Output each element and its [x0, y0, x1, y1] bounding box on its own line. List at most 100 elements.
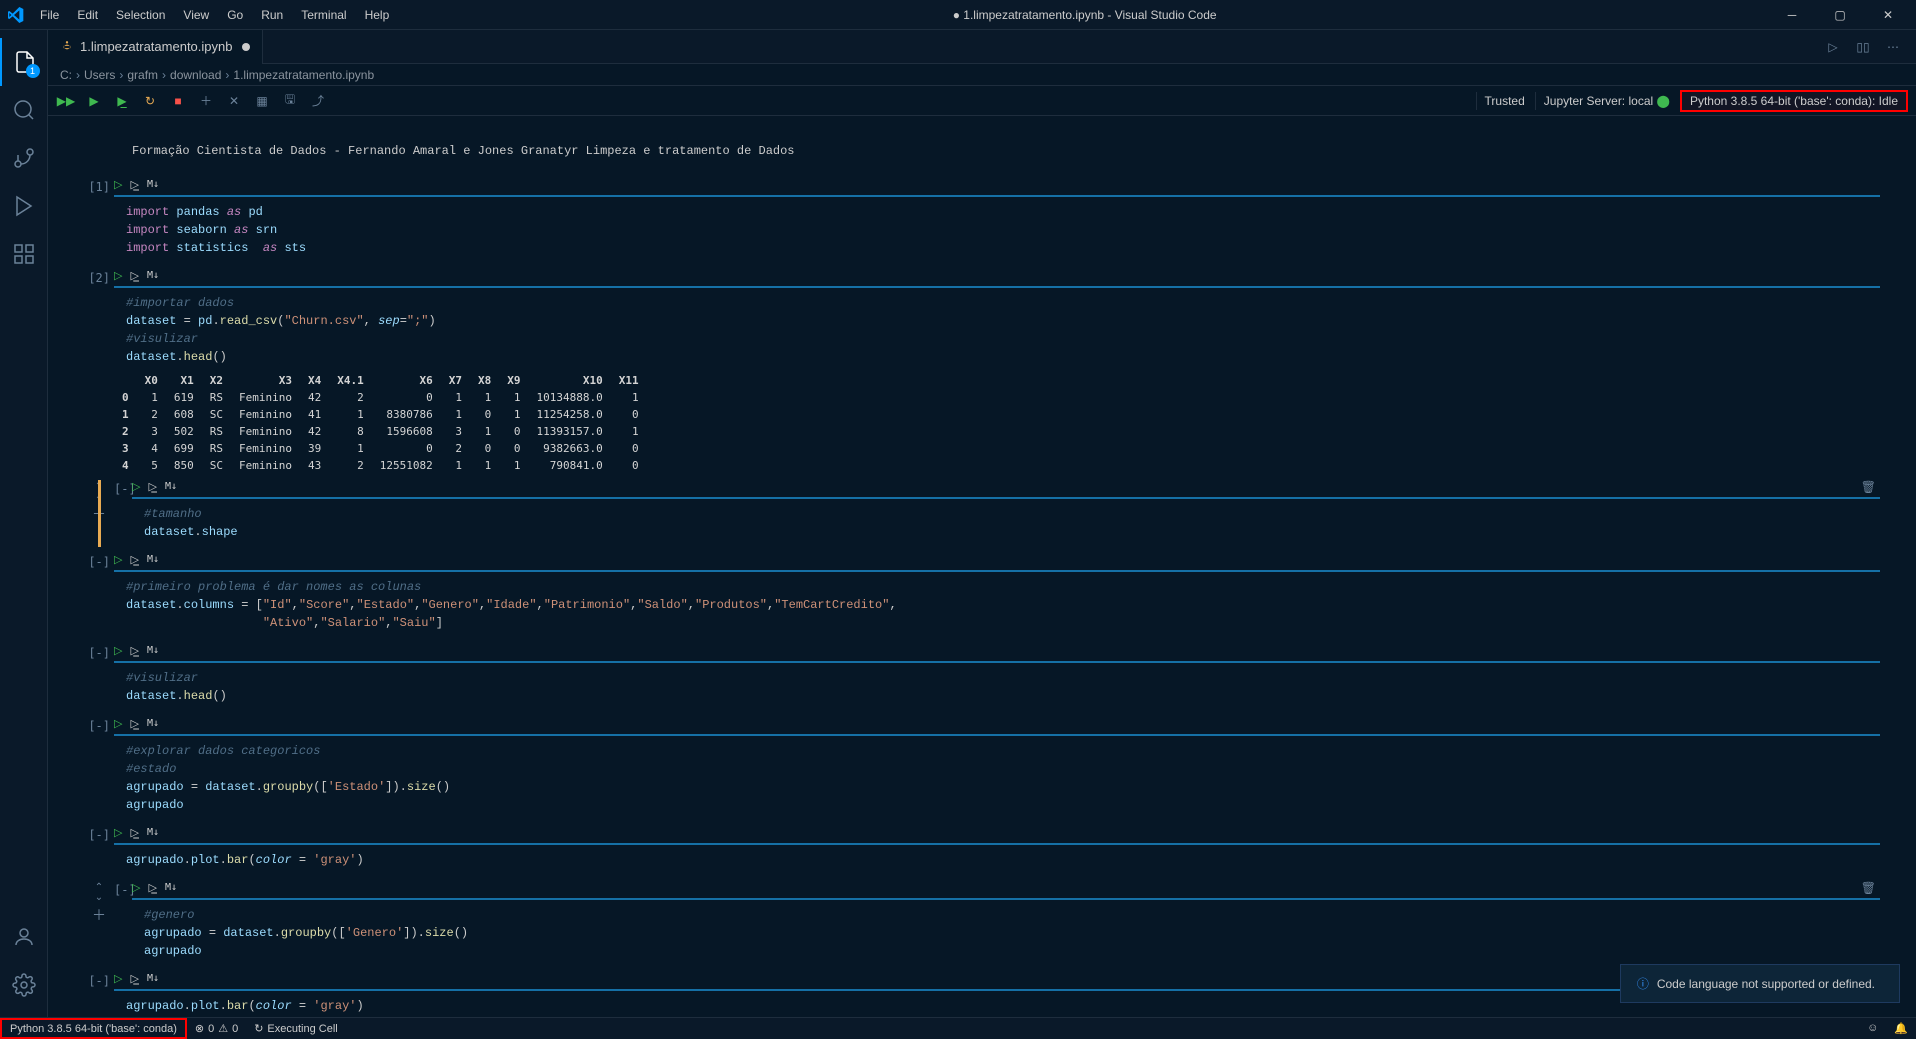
interrupt-kernel-icon[interactable]: ■ [168, 91, 188, 111]
menu-file[interactable]: File [32, 4, 67, 26]
code-cell[interactable]: [-] ▷ ▷̲ M↓ #visulizar dataset.head() [84, 644, 1880, 711]
notebook-body[interactable]: Formação Cientista de Dados - Fernando A… [48, 116, 1916, 1017]
run-debug-icon[interactable] [0, 182, 48, 230]
cell-lang-label[interactable]: M↓ [147, 973, 159, 984]
info-icon: ⓘ [1637, 975, 1649, 992]
cell-code[interactable]: agrupado.plot.bar(color = 'gray') [114, 991, 1880, 1017]
run-cell-button-icon[interactable]: ▷ [132, 480, 140, 493]
split-editor-icon[interactable]: ▯▯ [1852, 36, 1874, 58]
run-cell-button-icon[interactable]: ▷ [114, 717, 122, 730]
run-by-line-button-icon[interactable]: ▷̲ [148, 881, 156, 894]
cell-code[interactable]: #primeiro problema é dar nomes as coluna… [114, 572, 1880, 638]
run-by-line-button-icon[interactable]: ▷̲ [130, 972, 138, 985]
cell-lang-label[interactable]: M↓ [147, 270, 159, 281]
run-by-line-button-icon[interactable]: ▷̲ [148, 480, 156, 493]
chevron-down-icon[interactable]: ⌄ [95, 893, 103, 903]
cell-lang-label[interactable]: M↓ [147, 554, 159, 565]
minimize-button[interactable]: ─ [1772, 1, 1812, 29]
cell-code[interactable]: #visulizar dataset.head() [114, 663, 1880, 711]
cell-code[interactable]: import pandas as pd import seaborn as sr… [114, 197, 1880, 263]
run-by-line-button-icon[interactable]: ▷̲ [130, 553, 138, 566]
delete-cell-icon[interactable]: 🗑 [1861, 881, 1876, 895]
more-actions-icon[interactable]: ⋯ [1882, 36, 1904, 58]
search-icon[interactable] [0, 86, 48, 134]
cell-code[interactable]: #tamanho dataset.shape [132, 499, 1880, 547]
run-cell-button-icon[interactable]: ▷ [132, 881, 140, 894]
maximize-button[interactable]: ▢ [1820, 1, 1860, 29]
source-control-icon[interactable] [0, 134, 48, 182]
notification-toast[interactable]: ⓘ Code language not supported or defined… [1620, 964, 1900, 1003]
tab-notebook[interactable]: 1.limpezatratamento.ipynb [48, 30, 263, 64]
run-cell-button-icon[interactable]: ▷ [114, 269, 122, 282]
run-cell-icon[interactable]: ▶ [84, 91, 104, 111]
status-executing[interactable]: ↻ Executing Cell [246, 1018, 346, 1039]
save-icon[interactable]: 🖫 [280, 91, 300, 111]
menu-selection[interactable]: Selection [108, 4, 173, 26]
code-cell[interactable]: [-] ▷ ▷̲ M↓ #explorar dados categoricos … [84, 717, 1880, 820]
cell-lang-label[interactable]: M↓ [165, 481, 177, 492]
status-notifications-icon[interactable]: 🔔 [1886, 1022, 1916, 1035]
cell-lang-label[interactable]: M↓ [147, 827, 159, 838]
extensions-icon[interactable] [0, 230, 48, 278]
run-cell-button-icon[interactable]: ▷ [114, 644, 122, 657]
run-cell-button-icon[interactable]: ▷ [114, 178, 122, 191]
code-cell[interactable]: ⌃ ⌄ ＋ [-] ▷ ▷̲ M↓ 🗑 #genero agrupado = d… [84, 881, 1880, 966]
run-all-tab-icon[interactable]: ▷ [1822, 36, 1844, 58]
run-by-line-button-icon[interactable]: ▷̲ [130, 717, 138, 730]
cell-code[interactable]: #importar dados dataset = pd.read_csv("C… [114, 288, 1880, 372]
menu-edit[interactable]: Edit [69, 4, 106, 26]
cell-code[interactable]: #genero agrupado = dataset.groupby(['Gen… [132, 900, 1880, 966]
code-cell[interactable]: [2] ▷ ▷̲ M↓ #importar dados dataset = pd… [84, 269, 1880, 474]
accounts-icon[interactable] [0, 913, 48, 961]
delete-cell-icon[interactable]: 🗑 [1861, 480, 1876, 494]
cell-code[interactable]: #explorar dados categoricos #estado agru… [114, 736, 1880, 820]
code-cell[interactable]: [-] ▷ ▷̲ M↓ agrupado.plot.bar(color = 'g… [84, 972, 1880, 1017]
code-cell-focused[interactable]: ⌃ ⌄ ＋ [-] ▷ ▷̲ M↓ 🗑 #tamanho dataset.sha… [84, 480, 1880, 547]
run-by-line-button-icon[interactable]: ▷̲ [130, 644, 138, 657]
menu-view[interactable]: View [175, 4, 217, 26]
run-cell-button-icon[interactable]: ▷ [114, 972, 122, 985]
variables-icon[interactable]: ▦ [252, 91, 272, 111]
close-button[interactable]: ✕ [1868, 1, 1908, 29]
jupyter-server-status[interactable]: Jupyter Server: local ⬤ [1535, 92, 1678, 110]
add-cell-icon[interactable]: ＋ [196, 91, 216, 111]
breadcrumbs[interactable]: C:› Users› grafm› download› 1.limpezatra… [48, 64, 1916, 86]
statusbar: Python 3.8.5 64-bit ('base': conda) ⊗0 ⚠… [0, 1017, 1916, 1039]
settings-gear-icon[interactable] [0, 961, 48, 1009]
run-by-line-button-icon[interactable]: ▷̲ [130, 826, 138, 839]
run-by-line-button-icon[interactable]: ▷̲ [130, 269, 138, 282]
run-by-line-button-icon[interactable]: ▷̲ [130, 178, 138, 191]
status-problems[interactable]: ⊗0 ⚠0 [187, 1018, 246, 1039]
breadcrumb-seg[interactable]: grafm [127, 68, 158, 82]
cell-lang-label[interactable]: M↓ [147, 718, 159, 729]
trusted-status[interactable]: Trusted [1476, 92, 1533, 110]
breadcrumb-seg[interactable]: Users [84, 68, 115, 82]
status-kernel[interactable]: Python 3.8.5 64-bit ('base': conda) [0, 1018, 187, 1039]
breadcrumb-seg[interactable]: 1.limpezatratamento.ipynb [233, 68, 374, 82]
code-cell[interactable]: [1] ▷ ▷̲ M↓ import pandas as pd import s… [84, 178, 1880, 263]
code-cell[interactable]: [-] ▷ ▷̲ M↓ agrupado.plot.bar(color = 'g… [84, 826, 1880, 875]
cell-lang-label[interactable]: M↓ [147, 645, 159, 656]
markdown-cell[interactable]: Formação Cientista de Dados - Fernando A… [84, 136, 1880, 166]
code-cell[interactable]: [-] ▷ ▷̲ M↓ #primeiro problema é dar nom… [84, 553, 1880, 638]
run-all-icon[interactable]: ▶▶ [56, 91, 76, 111]
menu-terminal[interactable]: Terminal [293, 4, 354, 26]
menu-help[interactable]: Help [357, 4, 398, 26]
export-icon[interactable]: ⤴ [308, 91, 328, 111]
add-cell-below-icon[interactable]: ＋ [92, 905, 106, 925]
breadcrumb-seg[interactable]: download [170, 68, 221, 82]
explorer-icon[interactable]: 1 [0, 38, 48, 86]
menu-go[interactable]: Go [219, 4, 251, 26]
cell-lang-label[interactable]: M↓ [165, 882, 177, 893]
menu-run[interactable]: Run [253, 4, 291, 26]
run-cell-button-icon[interactable]: ▷ [114, 553, 122, 566]
restart-kernel-icon[interactable]: ↻ [140, 91, 160, 111]
run-cell-button-icon[interactable]: ▷ [114, 826, 122, 839]
clear-outputs-icon[interactable]: ✕ [224, 91, 244, 111]
breadcrumb-seg[interactable]: C: [60, 68, 72, 82]
kernel-status[interactable]: Python 3.8.5 64-bit ('base': conda): Idl… [1680, 90, 1908, 112]
cell-code[interactable]: agrupado.plot.bar(color = 'gray') [114, 845, 1880, 875]
status-feedback-icon[interactable]: ☺ [1859, 1022, 1886, 1034]
run-by-line-icon[interactable]: ▶̲ [112, 91, 132, 111]
cell-lang-label[interactable]: M↓ [147, 179, 159, 190]
